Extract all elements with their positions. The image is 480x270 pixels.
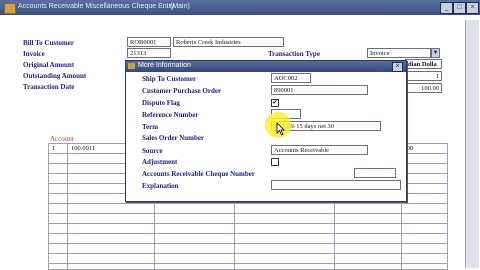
table-row[interactable] (49, 244, 447, 254)
account-section-label: Account (50, 135, 74, 143)
table-row[interactable] (49, 204, 447, 214)
table-row[interactable] (49, 214, 447, 224)
po-field[interactable]: 890001 (271, 85, 368, 95)
explanation-label: Explanation (142, 182, 179, 190)
invoice-label: Invoice (23, 50, 45, 58)
po-label: Customer Purchase Order (142, 87, 222, 95)
sales-order-label: Sales Order Number (142, 134, 205, 142)
currency-field[interactable]: dian Dolla (405, 59, 442, 69)
ship-to-label: Ship To Customer (142, 75, 197, 83)
term-label: Term (142, 123, 159, 131)
transaction-type-select[interactable]: Invoice (367, 48, 431, 58)
dialog-titlebar: More Information × (126, 61, 406, 72)
close-button[interactable]: × (466, 2, 479, 14)
term-description-field[interactable]: 2% 15 days net 30 (283, 121, 381, 131)
ar-cheque-field[interactable] (354, 168, 396, 178)
account-cell[interactable]: 100.0911 (71, 145, 95, 152)
dialog-title: More Information (138, 62, 191, 69)
adjustment-checkbox[interactable] (271, 158, 279, 166)
app-icon (4, 3, 16, 14)
table-row[interactable] (49, 224, 447, 234)
window-titlebar: Accounts Receivable Miscellaneous Cheque… (0, 0, 480, 15)
adjustment-label: Adjustment (142, 158, 178, 166)
chevron-down-icon[interactable]: ▼ (431, 48, 440, 58)
bill-to-code-field[interactable]: ROB0001 (127, 37, 171, 47)
source-field[interactable]: Accounts Receivable (271, 145, 368, 155)
table-row[interactable] (49, 254, 447, 264)
invoice-field[interactable]: 21313 (127, 48, 171, 58)
mouse-cursor-icon (276, 122, 285, 136)
ar-cheque-label: Accounts Receivable Cheque Number (142, 170, 255, 178)
row-number: 1 (52, 145, 56, 152)
dispute-flag-label: Dispute Flag (142, 99, 180, 107)
window-mode: (Main) (170, 3, 190, 10)
transaction-type-label: Transaction Type (268, 50, 320, 58)
ship-to-field[interactable]: AOC002 (271, 73, 311, 83)
scrollbar[interactable] (465, 20, 479, 268)
outstanding-amount-label: Outstanding Amount (23, 72, 87, 80)
source-label: Source (142, 147, 163, 155)
bill-to-name-field[interactable]: Roberts Creek Industries (173, 37, 284, 47)
original-amount-label: Original Amount (23, 61, 75, 69)
table-row[interactable] (49, 234, 447, 244)
bill-to-label: Bill To Customer (23, 39, 74, 47)
transaction-date-label: Transaction Date (23, 83, 75, 91)
exchange-rate-field[interactable]: 1 (405, 71, 442, 81)
amount-field[interactable]: 100.00 (405, 83, 442, 93)
maximize-button[interactable]: □ (453, 2, 466, 14)
dialog-icon (128, 63, 135, 69)
dispute-flag-checkbox[interactable]: ✔ (271, 99, 279, 107)
explanation-field[interactable] (271, 180, 401, 190)
window-title: Accounts Receivable Miscellaneous Cheque… (18, 3, 175, 10)
minimize-button[interactable]: _ (440, 2, 453, 14)
reference-number-label: Reference Number (142, 111, 199, 119)
column-divider (67, 144, 68, 269)
dialog-close-button[interactable]: × (392, 62, 403, 72)
